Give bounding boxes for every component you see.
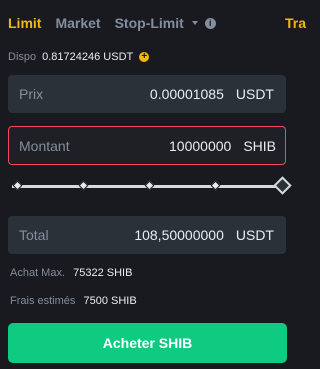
slider-mark-0[interactable] <box>12 180 23 191</box>
slider-handle[interactable] <box>273 176 292 195</box>
amount-unit: SHIB <box>243 137 276 154</box>
estimated-fees: Frais estimés 7500 SHIB <box>10 295 137 307</box>
price-field[interactable]: Prix 0.00001085 USDT <box>8 75 286 113</box>
info-icon[interactable]: i <box>204 17 216 29</box>
plus-circle-icon[interactable]: + <box>139 52 150 62</box>
total-input[interactable]: 108,50000000 <box>134 227 224 243</box>
tab-market[interactable]: Market <box>55 15 100 31</box>
max-buy-value: 75322 SHIB <box>73 267 133 279</box>
tab-stop-limit[interactable]: Stop-Limit i <box>115 15 216 31</box>
amount-label: Montant <box>19 137 70 154</box>
slider-mark-50[interactable] <box>144 180 155 191</box>
price-input[interactable]: 0.00001085 <box>150 86 224 102</box>
max-buy: Achat Max. 75322 SHIB <box>10 267 132 279</box>
estimated-fees-value: 7500 SHIB <box>83 295 137 307</box>
price-unit: USDT <box>235 86 274 102</box>
buy-shib-button[interactable]: Acheter SHIB <box>8 323 287 363</box>
amount-input[interactable]: 10000000 <box>169 138 231 154</box>
total-label: Total <box>19 227 49 243</box>
slider-mark-75[interactable] <box>210 180 221 191</box>
tab-trailing[interactable]: Tra <box>285 15 306 31</box>
tab-stop-limit-label: Stop-Limit <box>114 15 184 31</box>
total-unit: USDT <box>235 227 274 243</box>
slider-mark-25[interactable] <box>78 180 89 191</box>
estimated-fees-label: Frais estimés <box>10 295 76 307</box>
amount-slider[interactable] <box>12 176 292 195</box>
available-label: Dispo <box>8 51 37 63</box>
max-buy-label: Achat Max. <box>10 267 66 279</box>
chevron-down-icon[interactable] <box>191 21 198 25</box>
amount-field[interactable]: Montant 10000000 SHIB <box>8 126 286 165</box>
total-field[interactable]: Total 108,50000000 USDT <box>8 216 286 254</box>
available-balance: Dispo 0.81724246 USDT + <box>8 51 150 63</box>
price-label: Prix <box>19 86 44 102</box>
tab-limit[interactable]: Limit <box>8 15 41 31</box>
available-value: 0.81724246 USDT <box>42 51 134 63</box>
order-type-tabs: Limit Market Stop-Limit i Tra <box>8 12 306 34</box>
